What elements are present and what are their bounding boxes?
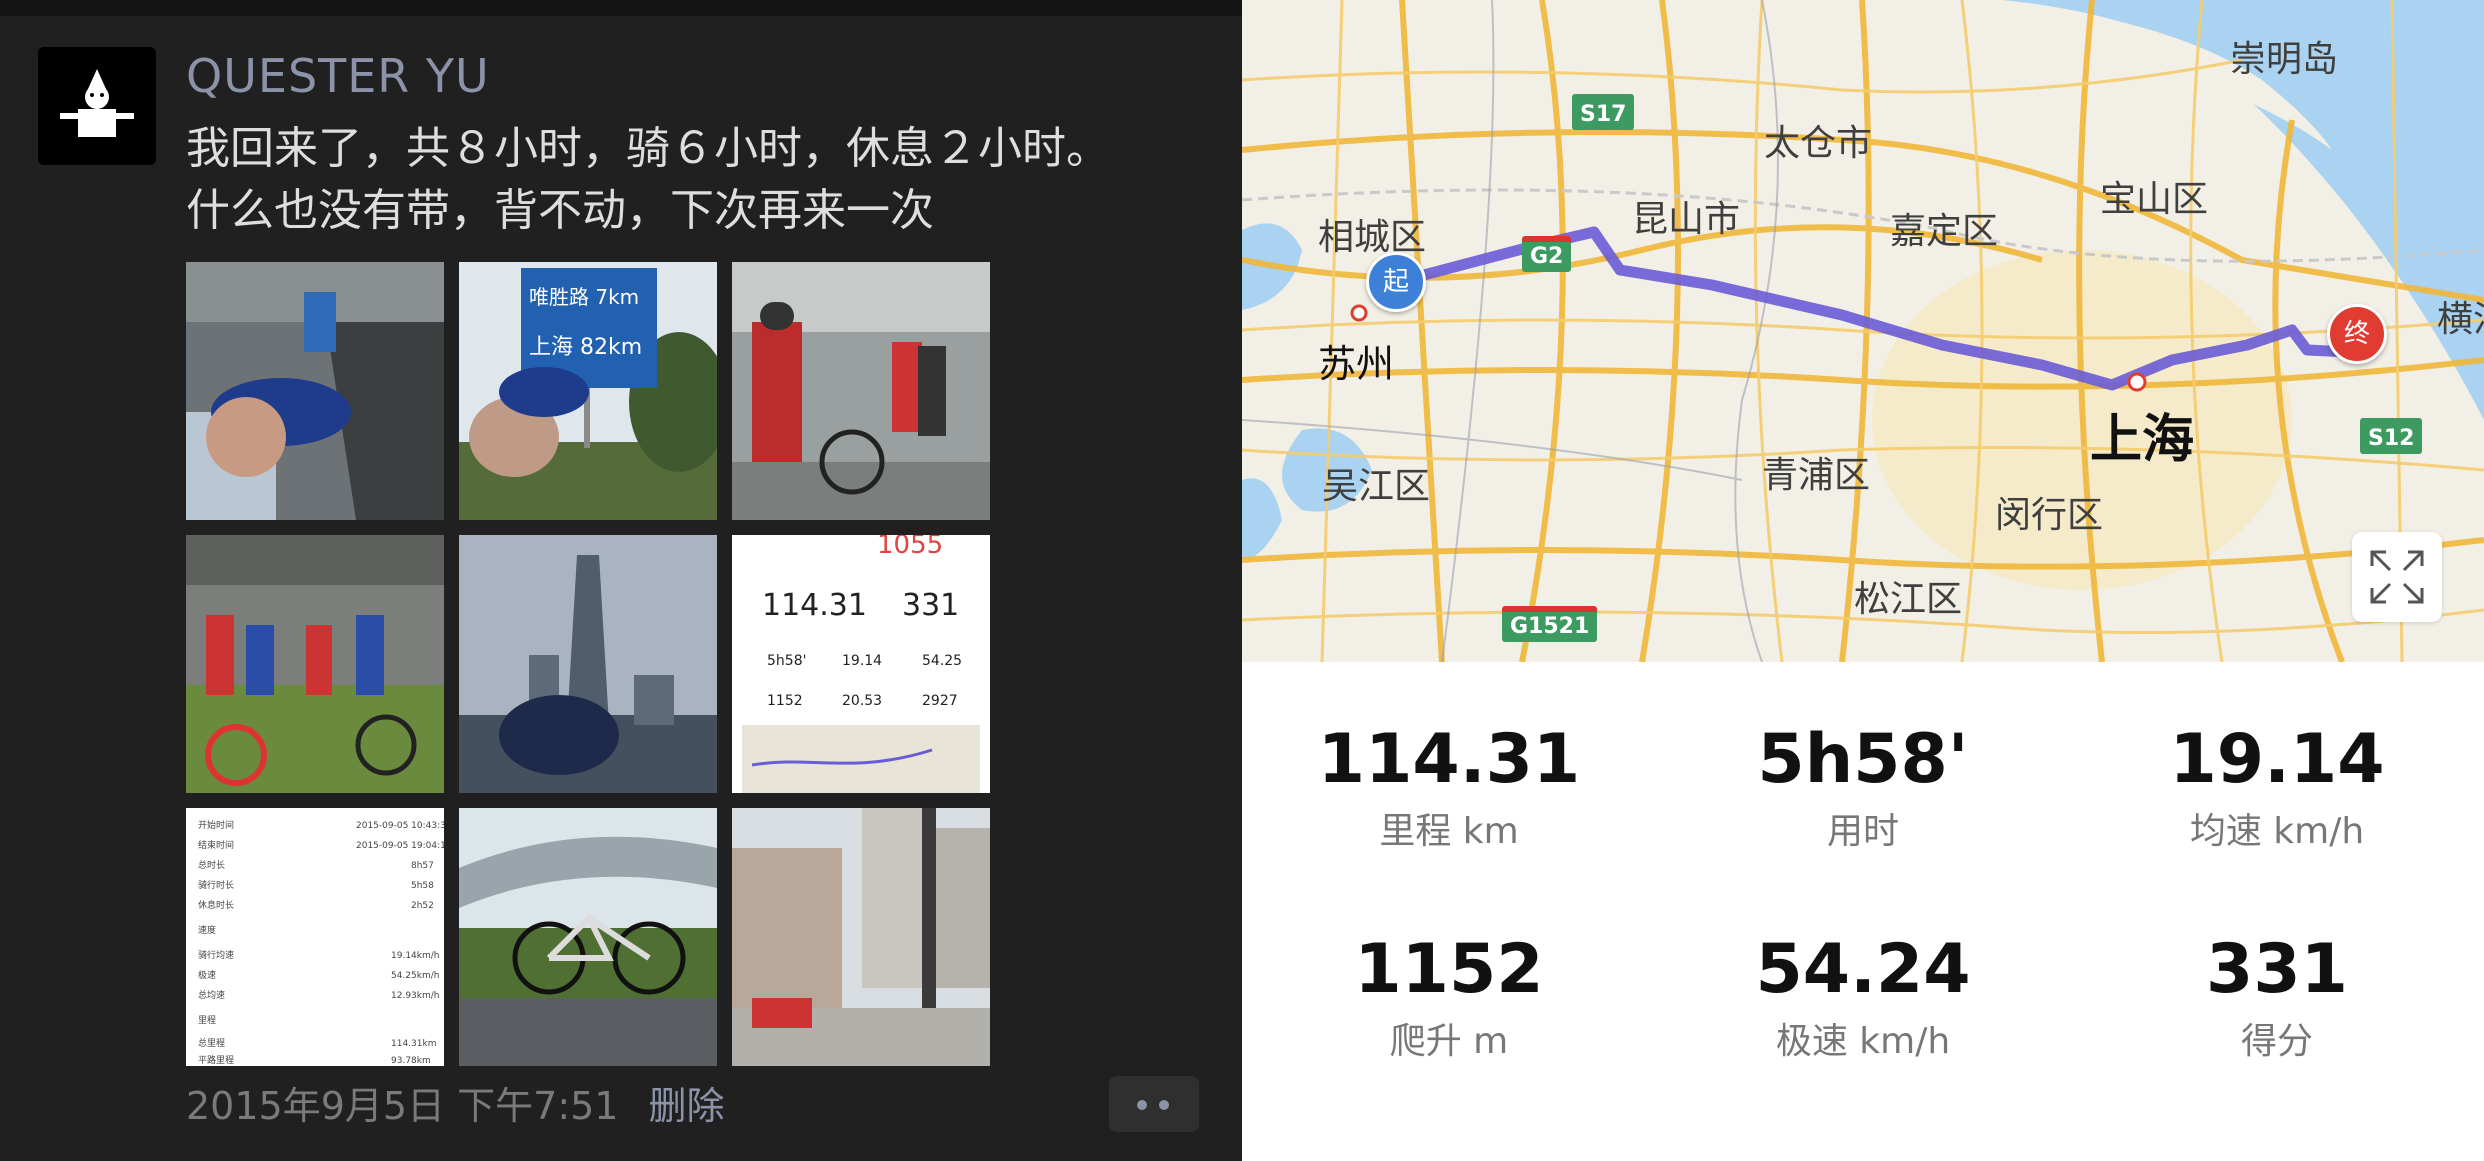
record-label: 总里程 xyxy=(198,1037,225,1049)
place-label: 相城区 xyxy=(1318,217,1427,258)
photo-thumbnail[interactable] xyxy=(732,808,990,1066)
route-map[interactable]: 崇明岛 太仓市 相城区 昆山市 嘉定区 宝山区 苏州 吴江区 青浦区 闵行区 松… xyxy=(1242,0,2484,662)
stat-value: 1152 xyxy=(1354,930,1544,1009)
record-label: 骑行时长 xyxy=(198,879,234,891)
stat-label: 极速 km/h xyxy=(1775,1021,1951,1062)
photo-thumbnail[interactable] xyxy=(459,808,717,1066)
place-label: 松江区 xyxy=(1854,579,1963,620)
stats-header-number: 1055 xyxy=(877,535,943,560)
highway-shield: G1521 xyxy=(1502,606,1598,642)
post-meta: 2015年9月5日 下午7:51 删除 xyxy=(186,1078,725,1134)
place-label: 嘉定区 xyxy=(1890,211,1999,252)
expand-icon xyxy=(2370,550,2424,604)
avatar[interactable] xyxy=(38,47,156,165)
record-label: 速度 xyxy=(198,924,216,936)
dot-icon xyxy=(1159,1100,1169,1110)
place-label: 崇明岛 xyxy=(2230,39,2339,80)
stats-value: 331 xyxy=(902,588,959,623)
highway-shield: S12 xyxy=(2360,418,2423,454)
delete-link[interactable]: 删除 xyxy=(648,1084,724,1128)
post-timestamp: 2015年9月5日 下午7:51 xyxy=(186,1084,619,1128)
photo-thumbnail[interactable]: 开始时间 2015-09-05 10:43:39 结束时间 2015-09-05… xyxy=(186,808,444,1066)
stat-duration: 5h58' 用时 xyxy=(1656,720,2070,854)
photo-thumbnail[interactable] xyxy=(186,262,444,520)
stat-label: 里程 km xyxy=(1379,811,1519,852)
stats-value: 2927 xyxy=(922,693,958,709)
start-marker[interactable]: 起 xyxy=(1366,252,1426,312)
photo-thumbnail[interactable] xyxy=(186,535,444,793)
stat-label: 用时 xyxy=(1826,811,1899,852)
stats-value: 1152 xyxy=(767,693,803,709)
record-label: 休息时长 xyxy=(198,899,234,911)
record-label: 里程 xyxy=(198,1015,216,1026)
post-text: 我回来了，共８小时，骑６小时，休息２小时。 什么也没有带，背不动，下次再来一次 xyxy=(186,118,1206,242)
stat-avg-speed: 19.14 均速 km/h xyxy=(2070,720,2484,854)
stats-value: 19.14 xyxy=(842,653,882,669)
road-sign-line-1: 唯胜路 7km xyxy=(529,285,639,309)
place-label: 青浦区 xyxy=(1762,455,1871,496)
record-label: 平路里程 xyxy=(198,1054,234,1066)
top-bar xyxy=(0,0,1242,16)
place-label: 苏州 xyxy=(1318,342,1395,386)
stat-max-speed: 54.24 极速 km/h xyxy=(1656,930,2070,1064)
place-label: 宝山区 xyxy=(2100,179,2209,220)
photo-thumbnail[interactable] xyxy=(459,535,717,793)
record-label: 开始时间 xyxy=(198,819,234,831)
record-value: 19.14km/h xyxy=(391,951,439,961)
avatar-figure-icon xyxy=(38,47,156,165)
photo-thumbnail[interactable]: 唯胜路 7km 上海 82km xyxy=(459,262,717,520)
stat-distance: 114.31 里程 km xyxy=(1242,720,1656,854)
record-value: 2015-09-05 10:43:39 xyxy=(356,821,444,831)
stat-value: 331 xyxy=(2206,930,2348,1009)
record-value: 2h52 xyxy=(411,901,434,911)
record-value: 12.93km/h xyxy=(391,991,439,1001)
end-marker[interactable]: 终 xyxy=(2327,304,2387,364)
stat-value: 19.14 xyxy=(2169,720,2385,799)
stat-label: 爬升 m xyxy=(1389,1021,1509,1062)
record-label: 结束时间 xyxy=(198,839,234,851)
highway-shield: G2 xyxy=(1522,236,1572,272)
stats-value: 54.25 xyxy=(922,653,962,669)
place-label: 横沙 xyxy=(2437,299,2484,340)
stats-value: 5h58' xyxy=(767,653,806,669)
map-base xyxy=(1242,0,2484,662)
stat-value: 54.24 xyxy=(1755,930,1971,1009)
photo-grid: 唯胜路 7km 上海 82km 1055 114.31 331 5h58' 19… xyxy=(186,262,990,1066)
ride-stats: 114.31 里程 km 5h58' 用时 19.14 均速 km/h 1152… xyxy=(1242,662,2484,1161)
moment-post: QUESTER YU 我回来了，共８小时，骑６小时，休息２小时。 什么也没有带，… xyxy=(0,0,1242,1161)
more-options-button[interactable] xyxy=(1109,1076,1199,1132)
record-label: 总均速 xyxy=(198,989,225,1001)
record-value: 54.25km/h xyxy=(391,971,439,981)
record-value: 114.31km xyxy=(391,1039,436,1049)
record-label: 骑行均速 xyxy=(198,949,234,961)
post-text-line: 什么也没有带，背不动，下次再来一次 xyxy=(186,185,934,236)
stat-label: 得分 xyxy=(2240,1021,2313,1062)
stat-score: 331 得分 xyxy=(2070,930,2484,1064)
road-sign-line-2: 上海 82km xyxy=(529,335,642,360)
record-label: 极速 xyxy=(198,969,216,981)
stat-label: 均速 km/h xyxy=(2189,811,2365,852)
record-value: 5h58 xyxy=(411,881,434,891)
stats-value: 114.31 xyxy=(762,588,867,623)
record-value: 8h57 xyxy=(411,861,434,871)
photo-thumbnail[interactable] xyxy=(732,262,990,520)
place-label: 闵行区 xyxy=(1995,495,2104,536)
stats-value: 20.53 xyxy=(842,693,882,709)
photo-thumbnail[interactable]: 1055 114.31 331 5h58' 19.14 54.25 1152 2… xyxy=(732,535,990,793)
record-label: 总时长 xyxy=(198,859,225,871)
expand-map-button[interactable] xyxy=(2352,532,2442,622)
place-label-shanghai: 上海 xyxy=(2090,410,2195,470)
record-value: 2015-09-05 19:04:15 xyxy=(356,841,444,851)
stat-value: 5h58' xyxy=(1757,720,1969,799)
highway-shield: S17 xyxy=(1572,94,1635,130)
record-value: 93.78km xyxy=(391,1056,431,1066)
author-name[interactable]: QUESTER YU xyxy=(186,46,490,106)
place-label: 太仓市 xyxy=(1764,123,1873,164)
place-label: 昆山市 xyxy=(1632,199,1741,240)
post-text-line: 我回来了，共８小时，骑６小时，休息２小时。 xyxy=(186,123,1110,174)
stat-value: 114.31 xyxy=(1317,720,1581,799)
stat-climb: 1152 爬升 m xyxy=(1242,930,1656,1064)
dot-icon xyxy=(1137,1100,1147,1110)
place-label: 吴江区 xyxy=(1322,466,1431,507)
